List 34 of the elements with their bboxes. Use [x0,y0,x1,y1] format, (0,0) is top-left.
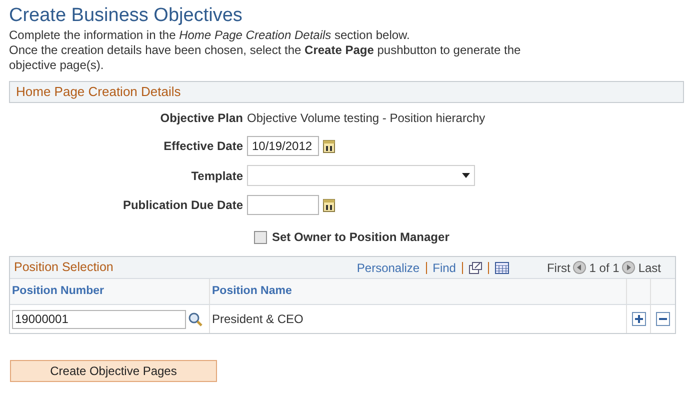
new-window-icon[interactable] [468,262,482,274]
calendar-icon[interactable] [323,139,335,153]
grid-link[interactable]: Find [432,258,456,276]
instruction-text: Complete the information in the Home Page Creation Details section below. [9,28,411,43]
caret-icon [462,173,470,178]
field-label: Objective Plan [160,111,243,125]
row-count: 1 of 1 [589,260,620,276]
date-field[interactable]: 10/19/2012 [247,136,319,156]
delete-row-icon[interactable] [656,312,670,326]
search-icon[interactable] [188,312,203,326]
position-number-field[interactable]: 19000001 [12,310,186,328]
add-row-icon[interactable] [632,312,646,326]
field-label: Set Owner to Position Manager [272,229,450,246]
spreadsheet-icon[interactable] [494,262,509,274]
last-label: Last [638,260,661,276]
date-field[interactable] [247,195,319,215]
instruction-text: Once the creation details have been chosen, select the Create Page pushbutton to generate the objective page(s). [9,43,522,73]
create-pages-button[interactable]: Create Objective Pages [10,360,217,382]
checkbox[interactable] [254,230,267,244]
first-label: First [546,260,570,276]
next-icon[interactable] [622,261,636,274]
field-value: Objective Volume testing - Position hierarchy [247,110,486,127]
field-label: Publication Due Date [122,198,243,212]
column-header: Position Name [210,279,627,304]
page-title: Create Business Objectives [9,5,244,27]
calendar-icon[interactable] [323,198,335,212]
section-title: Home Page Creation Details [16,83,181,102]
field-label: Template [191,168,243,182]
grid-link[interactable]: Personalize [356,258,420,276]
table-cell: President & CEO [210,305,627,333]
previous-icon[interactable] [573,261,586,274]
grid-title: Position Selection [14,259,114,276]
column-header: Position Number [10,279,210,304]
field-label: Effective Date [164,139,243,153]
